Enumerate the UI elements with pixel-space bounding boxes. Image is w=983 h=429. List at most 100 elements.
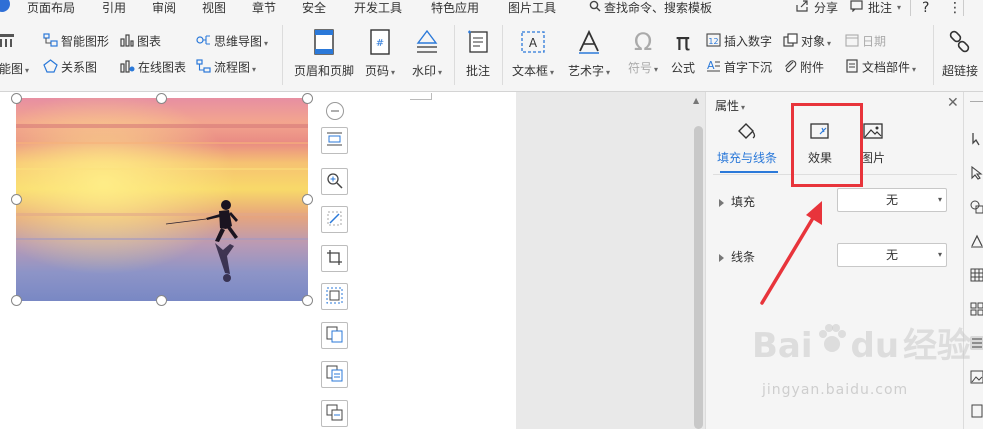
- bar-chart-icon: [120, 33, 134, 51]
- app-logo[interactable]: [0, 0, 10, 12]
- comment-icon[interactable]: [850, 0, 863, 16]
- online-chart-icon: [120, 59, 135, 77]
- sidebar-cursor-icon[interactable]: [970, 165, 983, 180]
- selected-photo[interactable]: [16, 98, 308, 301]
- layout-options-button[interactable]: [321, 127, 348, 154]
- search-icon[interactable]: [589, 0, 601, 16]
- menu-view[interactable]: 视图: [202, 0, 226, 16]
- line-select[interactable]: 无 ▾: [837, 243, 947, 267]
- vertical-scrollbar[interactable]: ▲: [692, 92, 705, 429]
- wordart-icon: [563, 29, 615, 58]
- symbol-button[interactable]: Ω 符号 ▾: [621, 29, 665, 76]
- menu-picture-tools[interactable]: 图片工具: [508, 0, 556, 16]
- smart-graphic-icon: [43, 33, 58, 51]
- relation-chart-button[interactable]: 关系图: [43, 59, 97, 77]
- smartart-big-icon[interactable]: [0, 31, 16, 53]
- svg-text:12: 12: [708, 37, 718, 46]
- expand-triangle-icon: [719, 198, 724, 207]
- panel-title[interactable]: 属性 ▾: [715, 97, 745, 114]
- insert-comment-button[interactable]: 批注: [459, 29, 497, 79]
- scrollbar-thumb[interactable]: [694, 126, 703, 429]
- sidebar-divider: [970, 101, 983, 111]
- menu-review[interactable]: 审阅: [152, 0, 176, 16]
- collapse-toolbar-button[interactable]: [326, 102, 344, 120]
- text-wrap-icon: [326, 131, 343, 151]
- resize-handle-top-right[interactable]: [302, 93, 313, 104]
- menu-section[interactable]: 章节: [252, 0, 276, 16]
- object-button[interactable]: 对象 ▾: [783, 33, 831, 52]
- formula-button[interactable]: π 公式: [666, 29, 700, 76]
- help-button[interactable]: ?: [922, 0, 929, 16]
- image-translate-button[interactable]: [321, 400, 348, 427]
- more-menu-button[interactable]: ⋮: [948, 0, 962, 16]
- flowchart-button[interactable]: 流程图 ▾: [196, 59, 256, 78]
- doc-parts-icon: [845, 59, 859, 77]
- share-icon[interactable]: [796, 0, 809, 16]
- translate-icon: [326, 404, 343, 424]
- attachment-button[interactable]: 附件: [783, 59, 824, 77]
- smart-graphic-button[interactable]: 智能图形: [43, 33, 109, 51]
- sidebar-table-icon[interactable]: [970, 268, 983, 282]
- doc-parts-button[interactable]: 文档部件 ▾: [845, 59, 916, 78]
- insert-number-button[interactable]: 12 插入数字: [706, 33, 772, 51]
- menu-special-apps[interactable]: 特色应用: [431, 0, 479, 16]
- chart-button[interactable]: 图表: [120, 33, 161, 51]
- date-button[interactable]: 日期: [845, 33, 886, 51]
- menu-references[interactable]: 引用: [102, 0, 126, 16]
- tab-fill-and-line[interactable]: 填充与线条: [716, 122, 778, 173]
- mind-map-button[interactable]: 思维导图 ▾: [196, 33, 268, 52]
- image-frame-button[interactable]: [321, 283, 348, 310]
- dropcap-button[interactable]: A 首字下沉: [706, 59, 772, 77]
- sidebar-layout-icon[interactable]: [970, 302, 983, 316]
- comment-menu-button[interactable]: 批注: [868, 0, 892, 16]
- online-chart-button[interactable]: 在线图表: [120, 59, 186, 77]
- sidebar-gallery-icon[interactable]: [970, 370, 983, 384]
- flowchart-icon: [196, 59, 211, 77]
- crop-button[interactable]: [321, 245, 348, 272]
- header-footer-button[interactable]: 页眉和页脚: [292, 29, 356, 79]
- close-icon[interactable]: ✕: [947, 95, 959, 111]
- watermark-brand-b: du: [850, 326, 900, 366]
- resize-handle-bottom-right[interactable]: [302, 295, 313, 306]
- sidebar-properties-icon[interactable]: [970, 336, 983, 350]
- resize-handle-bottom-left[interactable]: [11, 295, 22, 306]
- extract-text-icon: [326, 365, 343, 385]
- menu-bar: 页面布局 引用 审阅 视图 章节 安全 开发工具 特色应用 图片工具 查找命令、…: [0, 0, 983, 17]
- document-page[interactable]: [0, 92, 516, 429]
- svg-text:A: A: [707, 59, 715, 72]
- hyperlink-button[interactable]: 超链接: [937, 29, 983, 79]
- divider: [910, 0, 911, 16]
- menu-developer[interactable]: 开发工具: [354, 0, 402, 16]
- resize-handle-left[interactable]: [11, 194, 22, 205]
- watermark-button[interactable]: 水印 ▾: [405, 29, 449, 79]
- sidebar-select-icon[interactable]: [970, 132, 983, 146]
- sidebar-style-icon[interactable]: [970, 234, 983, 248]
- comment-icon: [459, 29, 497, 58]
- menu-security[interactable]: 安全: [302, 0, 326, 16]
- baidu-watermark: Bai du 经验 jingyan.baidu.com: [752, 318, 971, 398]
- zoom-image-button[interactable]: [321, 168, 348, 195]
- image-edit-button[interactable]: [321, 206, 348, 233]
- fill-select[interactable]: 无 ▾: [837, 188, 947, 212]
- resize-handle-top[interactable]: [156, 93, 167, 104]
- share-button[interactable]: 分享: [814, 0, 838, 16]
- resize-handle-bottom[interactable]: [156, 295, 167, 306]
- scroll-up-icon[interactable]: ▲: [693, 96, 699, 105]
- image-to-pdf-button[interactable]: [321, 322, 348, 349]
- sidebar-doc-icon[interactable]: [970, 404, 983, 418]
- mind-map-icon: [196, 33, 211, 51]
- paint-bucket-icon: [716, 122, 778, 143]
- wordart-button[interactable]: 艺术字 ▾: [563, 29, 615, 79]
- link-icon: [937, 29, 983, 58]
- sidebar-shapes-icon[interactable]: [970, 200, 983, 214]
- textbox-button[interactable]: A 文本框 ▾: [507, 29, 559, 79]
- pencil-icon: [326, 210, 343, 230]
- extract-text-button[interactable]: [321, 361, 348, 388]
- page-number-button[interactable]: # 页码 ▾: [360, 29, 400, 79]
- menu-page-layout[interactable]: 页面布局: [27, 0, 75, 16]
- resize-handle-top-left[interactable]: [11, 93, 22, 104]
- command-search[interactable]: 查找命令、搜索模板: [604, 0, 712, 16]
- resize-handle-right[interactable]: [302, 194, 313, 205]
- smartart-partial-label[interactable]: 能图 ▾: [0, 61, 29, 79]
- watermark-icon: [405, 29, 449, 58]
